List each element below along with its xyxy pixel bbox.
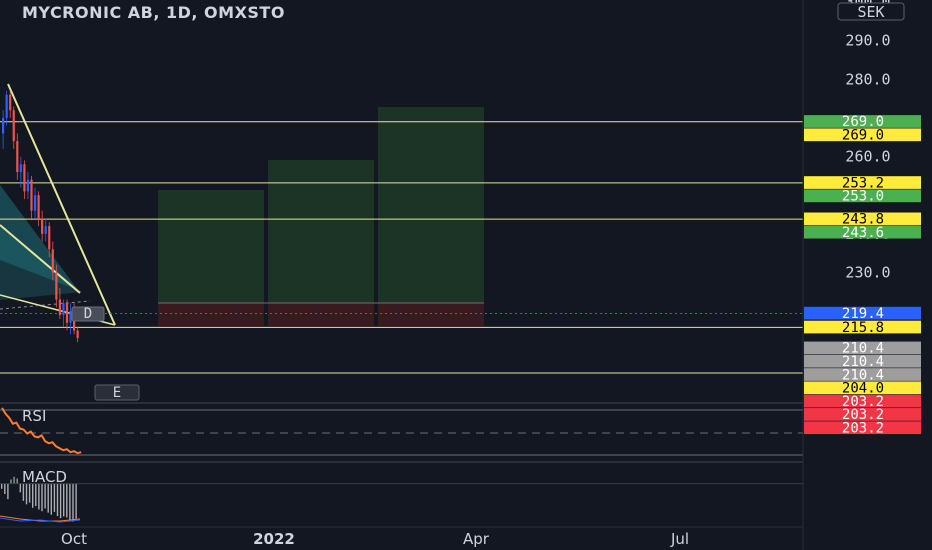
price-tag-label: 269.0 <box>842 128 884 144</box>
candle-body <box>23 164 26 192</box>
macd-bar <box>53 483 56 512</box>
price-tick-label: 230.0 <box>845 263 890 281</box>
time-axis-label: 2022 <box>253 530 295 548</box>
price-tag-label: 253.0 <box>842 189 884 205</box>
pattern-label-e-group[interactable]: E <box>94 384 140 401</box>
price-tick-label: 260.0 <box>845 148 890 166</box>
candle-body <box>76 330 79 339</box>
candle-body <box>58 299 61 315</box>
target-zone-2[interactable] <box>268 160 374 303</box>
price-scale[interactable]: 240.0230.0260.0280.0290.0300.0 SEK 269.0… <box>802 0 932 550</box>
macd-bar <box>28 483 31 503</box>
macd-bar <box>22 483 25 501</box>
candle-body <box>51 249 54 273</box>
pattern-label-e: E <box>113 385 121 401</box>
stop-zone-3[interactable] <box>378 303 484 326</box>
candle-body <box>55 272 58 300</box>
macd-bar <box>25 483 28 505</box>
rsi-label[interactable]: RSI <box>22 407 46 425</box>
candle-body <box>12 110 15 142</box>
macd-bar <box>13 476 15 484</box>
macd-bar <box>47 483 49 513</box>
candle-body <box>69 311 72 323</box>
pattern-label-d: D <box>84 306 92 322</box>
macd-bar <box>75 483 77 519</box>
price-tick-label: 290.0 <box>845 32 890 50</box>
macd-bar <box>44 483 46 509</box>
macd-bar <box>16 478 18 484</box>
macd-bar <box>4 483 6 494</box>
candle-body <box>48 226 51 250</box>
macd-bar <box>38 483 40 510</box>
target-zone-3[interactable] <box>378 107 484 303</box>
macd-bar <box>59 483 62 519</box>
macd-bar <box>7 483 9 500</box>
candle-body <box>16 141 19 173</box>
candle-body <box>33 195 37 211</box>
macd-bar <box>19 483 21 493</box>
macd-bar <box>69 483 71 520</box>
candle-body <box>19 164 22 173</box>
chart-title: MYCRONIC AB, 1D, OMXSTO <box>22 3 285 22</box>
candle-body <box>2 117 5 134</box>
target-zone-1[interactable] <box>158 190 264 303</box>
candle-body <box>62 303 65 315</box>
candle-body <box>30 179 33 211</box>
macd-bar <box>10 479 12 484</box>
macd-bar <box>41 483 43 512</box>
price-tag-label: 243.6 <box>842 225 884 241</box>
macd-bar <box>72 483 74 522</box>
currency-label: SEK <box>857 3 884 21</box>
candle-body <box>37 195 40 219</box>
macd-bar <box>66 483 68 518</box>
price-tick-label: 280.0 <box>845 70 890 88</box>
candle-body <box>41 218 44 234</box>
candle-body <box>9 94 12 111</box>
candle-body <box>65 303 69 323</box>
stop-zone-1[interactable] <box>158 303 264 326</box>
chart-canvas[interactable]: D E 75.0050.0025.00 0.0 240.0230.0260.02… <box>0 0 932 550</box>
time-axis-label: Oct <box>61 530 87 548</box>
macd-bar <box>32 483 34 508</box>
macd-bar <box>56 483 59 517</box>
pattern-label-d-group[interactable]: D <box>71 306 105 322</box>
price-tag-label: 215.8 <box>842 320 884 336</box>
macd-bar <box>35 483 37 507</box>
candle-body <box>26 179 30 192</box>
macd-bar <box>50 483 52 515</box>
macd-bar <box>63 483 65 517</box>
time-axis-label: Jul <box>670 530 689 548</box>
macd-bar <box>1 483 3 489</box>
candle-body <box>5 94 8 118</box>
price-tag-label: 203.2 <box>842 420 884 436</box>
time-axis-label: Apr <box>463 530 490 548</box>
macd-label[interactable]: MACD <box>22 468 67 486</box>
candle-body <box>44 226 47 234</box>
stop-zone-2[interactable] <box>268 303 374 326</box>
